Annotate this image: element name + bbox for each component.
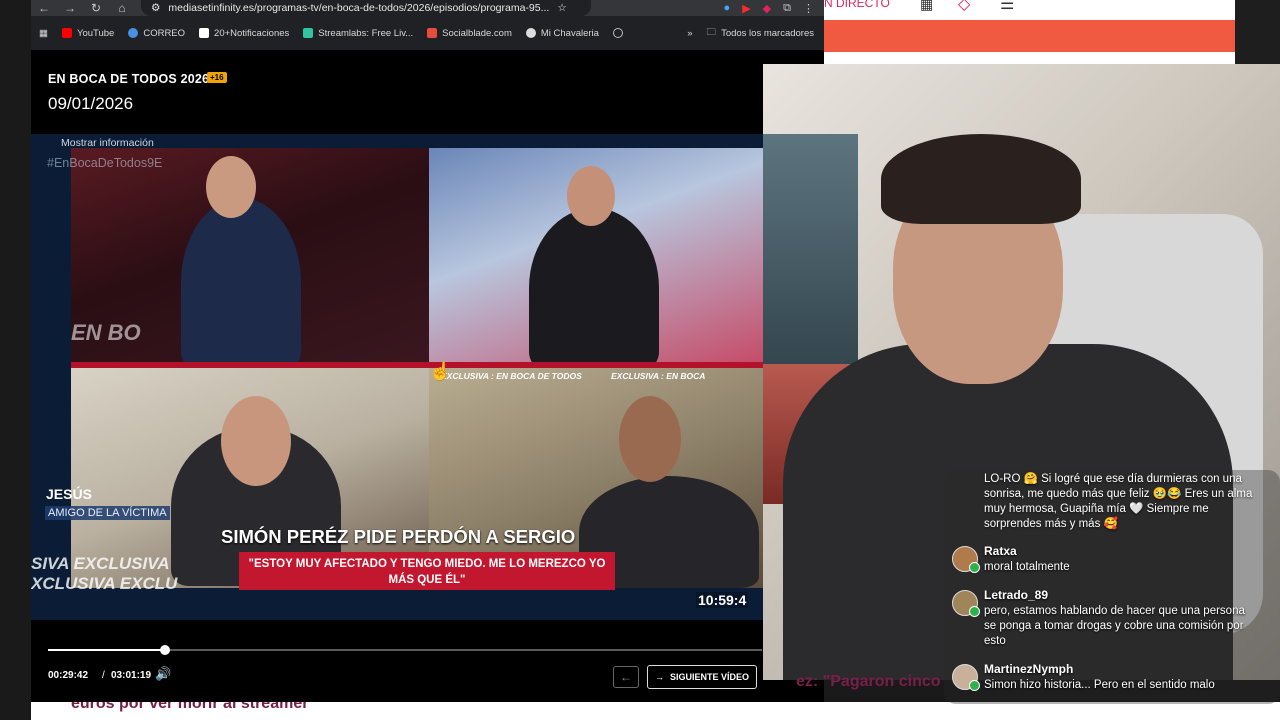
clock-icon — [525, 28, 536, 38]
progress-fill — [48, 649, 166, 651]
chat-text: moral totalmente — [984, 561, 1070, 573]
site-nav-bar — [824, 20, 1235, 52]
guest-role: AMIGO DE LA VÍCTIMA — [45, 506, 170, 520]
presenter-left-head — [206, 156, 256, 218]
exclusiva-tag: EXCLUSIVA : EN BOCA DE TODOS — [441, 371, 582, 381]
hashtag-overlay: #EnBocaDeTodos9E — [47, 156, 163, 170]
hamburger-menu-icon[interactable]: ☰ — [1000, 0, 1014, 14]
bookmark-youtube[interactable]: YouTube — [61, 28, 114, 39]
mostrar-informacion-button[interactable]: Mostrar información — [61, 137, 154, 149]
folder-icon: 🗀 — [706, 27, 717, 38]
chat-message: Ratxa moral totalmente — [952, 544, 1252, 580]
diamond-icon[interactable]: ◇ — [958, 0, 970, 14]
mouse-cursor-icon: ☝ — [429, 361, 452, 381]
chat-username: Letrado_89 — [984, 588, 1049, 602]
url-text: mediasetinfinity.es/programas-tv/en-boca… — [168, 2, 550, 14]
chat-message: MartinezNymph Simon hizo historia... Per… — [952, 662, 1252, 698]
background-window — [763, 134, 858, 364]
all-bookmarks-folder[interactable]: 🗀 Todos los marcadores — [707, 25, 824, 41]
en-directo-link[interactable]: N DIRECTO — [824, 0, 890, 10]
browser-toolbar: ← → ↻ ⌂ ⚙ mediasetinfinity.es/programas-… — [31, 0, 824, 16]
studio-quadrant-right — [429, 148, 763, 368]
chat-text: pero, estamos hablando de hacer que una … — [984, 605, 1245, 647]
progress-bar[interactable] — [48, 645, 762, 655]
extension-icon[interactable]: ● — [724, 2, 731, 15]
guest-man-head — [619, 396, 681, 482]
apps-icon[interactable]: ▦ — [39, 28, 48, 39]
presenter-right-head — [567, 166, 615, 226]
back-icon[interactable]: ← — [31, 1, 57, 15]
home-icon[interactable]: ⌂ — [109, 1, 135, 15]
guest-name: JESÚS — [46, 486, 92, 502]
online-badge-icon — [969, 680, 980, 691]
episode-date: 09/01/2026 — [48, 94, 134, 113]
youtube-icon — [61, 28, 72, 38]
bookmark-streamlabs[interactable]: Streamlabs: Free Liv... — [303, 28, 413, 39]
article-title-fragment[interactable]: ez: "Pagaron cinco — [796, 673, 941, 691]
presenter-right — [529, 208, 659, 368]
chat-text: Simon hizo historia... Pero en el sentid… — [984, 679, 1215, 691]
site-right-panel — [1235, 0, 1280, 64]
broadcast-clock: 10:59:4 — [696, 592, 749, 608]
reload-icon[interactable]: ↻ — [83, 1, 109, 15]
star-icon[interactable]: ☆ — [557, 2, 566, 14]
user-avatar — [952, 546, 980, 573]
mail-icon — [128, 28, 139, 38]
volume-icon[interactable]: 🔊 — [155, 666, 171, 682]
bookmark-correo[interactable]: CORREO — [128, 28, 185, 39]
online-badge-icon — [969, 606, 980, 617]
bookmarks-bar: ▦ YouTube CORREO 20+Notificaciones Strea… — [31, 20, 824, 46]
globe-icon — [612, 28, 623, 38]
bookmark-x[interactable]: 20+Notificaciones — [199, 28, 289, 39]
previous-video-button[interactable]: ← — [613, 666, 639, 688]
socialblade-icon — [427, 28, 438, 38]
arrow-left-icon: ← — [620, 670, 632, 684]
bookmarks-more[interactable]: » — [687, 28, 692, 39]
youtube-ext-icon[interactable]: ▶ — [742, 2, 750, 15]
exclusiva-tag-2: EXCLUSIVA : EN BOCA — [611, 371, 706, 381]
online-badge-icon — [969, 562, 980, 573]
chat-username: MartinezNymph — [984, 662, 1074, 676]
show-title: EN BOCA DE TODOS 2026 — [48, 72, 210, 86]
age-rating-badge: +16 — [207, 72, 227, 83]
streamer-hair — [881, 134, 1081, 224]
time-separator: / — [102, 670, 105, 681]
chat-top-message: LO-RO 🤗 Si logré que ese día durmieras c… — [984, 473, 1253, 530]
red-divider-bar — [71, 362, 763, 368]
total-time: 03:01:19 — [111, 670, 152, 681]
bookmark-socialblade[interactable]: Socialblade.com — [427, 28, 512, 39]
user-avatar — [952, 590, 980, 617]
apps-grid-icon[interactable]: ▦ — [920, 0, 933, 13]
streamlabs-icon — [303, 28, 314, 38]
puzzle-icon[interactable]: ⧉ — [783, 2, 791, 15]
address-bar[interactable]: ⚙ mediasetinfinity.es/programas-tv/en-bo… — [141, 0, 591, 16]
bookmark-globe[interactable] — [612, 28, 623, 38]
site-info-icon[interactable]: ⚙ — [151, 2, 160, 14]
next-video-label: SIGUIENTE VÍDEO — [669, 672, 749, 682]
site-strip — [824, 52, 1280, 64]
progress-thumb[interactable] — [160, 645, 171, 655]
shield-icon[interactable]: ◆ — [763, 2, 771, 15]
arrow-right-icon: → — [654, 672, 664, 682]
extensions-area: ● ▶ ◆ ⧉ ⋮ — [724, 2, 824, 15]
next-video-button[interactable]: → SIGUIENTE VÍDEO — [647, 665, 757, 689]
studio-logo-text: EN BO — [71, 320, 141, 345]
guest-jesus-head — [221, 396, 291, 486]
current-time: 00:29:42 — [48, 670, 89, 681]
headline-text: SIMÓN PERÉZ PIDE PERDÓN A SERGIO — [221, 526, 576, 547]
quote-box: "ESTOY MUY AFECTADO Y TENGO MIEDO. ME LO… — [239, 552, 615, 590]
chat-username: Ratxa — [984, 544, 1017, 558]
forward-icon[interactable]: → — [57, 1, 83, 15]
presenter-left — [181, 198, 301, 368]
browser-window: ← → ↻ ⌂ ⚙ mediasetinfinity.es/programas-… — [31, 0, 824, 702]
video-frame[interactable]: Mostrar información #EnBocaDeTodos9E EN … — [31, 134, 763, 620]
user-avatar — [952, 664, 980, 691]
x-icon — [199, 28, 210, 38]
video-player[interactable]: EN BOCA DE TODOS 2026 +16 09/01/2026 Mos… — [31, 50, 824, 702]
chat-message: Letrado_89 pero, estamos hablando de hac… — [952, 588, 1252, 652]
bookmark-chavaleria[interactable]: Mi Chavaleria — [525, 28, 599, 39]
menu-dots-icon[interactable]: ⋮ — [803, 2, 814, 15]
